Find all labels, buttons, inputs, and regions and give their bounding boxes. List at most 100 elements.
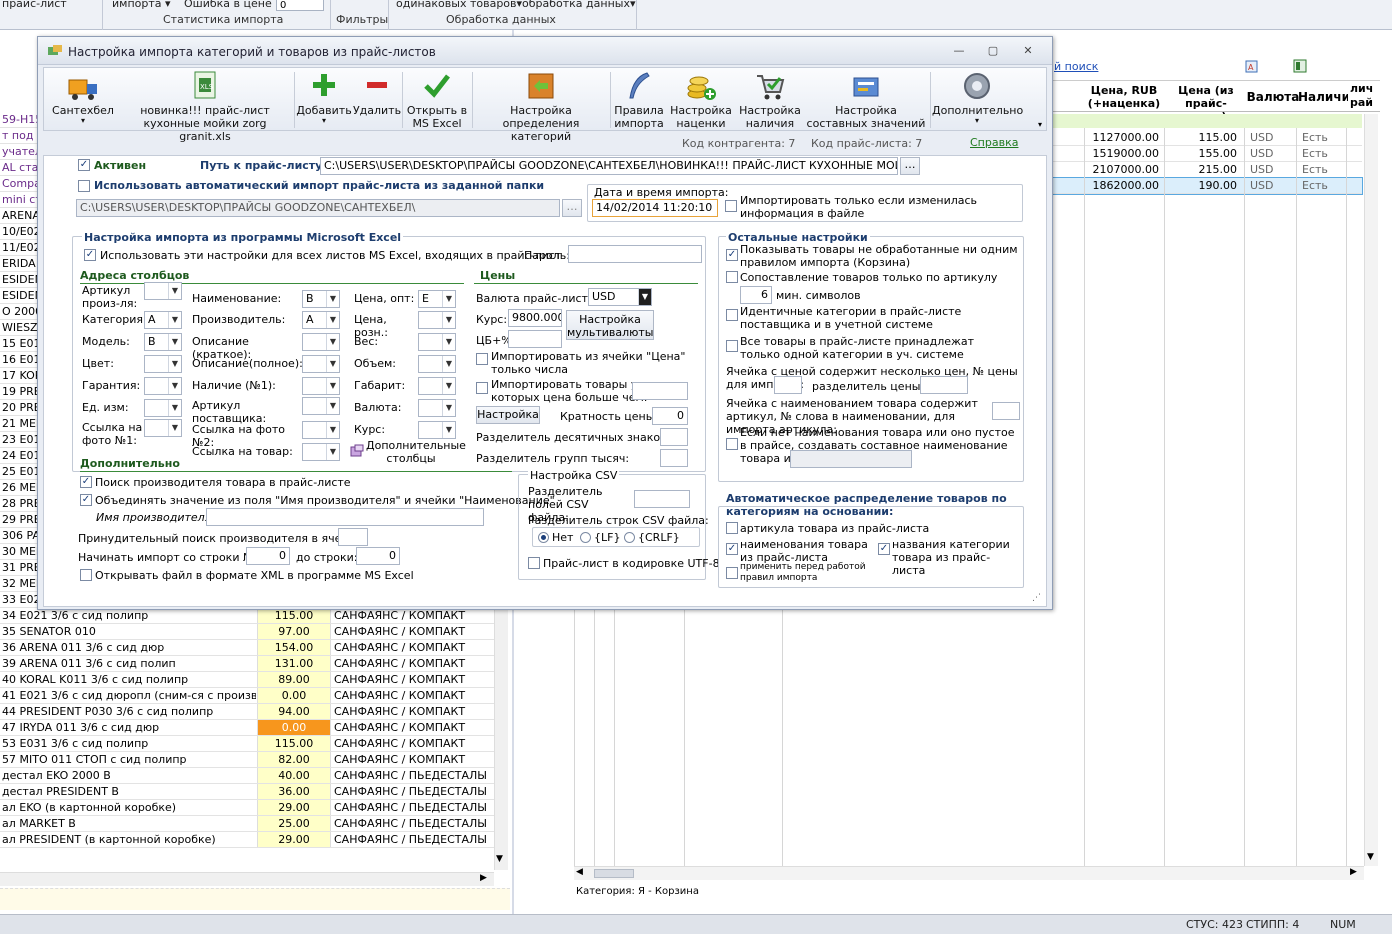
table-row[interactable]: ал PRESIDENT (в картонной коробке) 29.00 С…	[0, 832, 494, 848]
chevron-down-icon[interactable]: ▼	[442, 291, 455, 307]
products-grid-hscrollbar[interactable]: ▶	[0, 872, 494, 886]
browse-path-button[interactable]: …	[900, 157, 920, 175]
column-address-select[interactable]: ▼	[418, 399, 456, 417]
combine-checkbox[interactable]: ✓	[80, 494, 92, 506]
import-date-input[interactable]: 14/02/2014 11:20:10	[592, 199, 718, 217]
advanced-search-link[interactable]: й поиск	[1054, 60, 1098, 73]
mfr-name-input[interactable]	[206, 508, 484, 526]
chevron-down-icon[interactable]: ▼	[442, 334, 455, 350]
browse-auto-path-button[interactable]: …	[562, 199, 582, 217]
table-row[interactable]: 35 SENATOR 010 97.00 САНФАЯНС / КОМПАКТ	[0, 624, 494, 640]
extra-columns-link[interactable]: Дополнительные столбцы	[366, 439, 466, 465]
extra-button[interactable]: Дополнительно ▾	[932, 70, 1023, 125]
chevron-down-icon[interactable]: ▼	[326, 312, 339, 328]
side-panel-tab[interactable]	[1380, 280, 1392, 880]
compose-name-cells-input[interactable]	[790, 450, 912, 468]
chevron-down-icon[interactable]: ▼	[168, 378, 181, 394]
multi-price-index-input[interactable]	[774, 376, 802, 394]
ribbon-import-dropdown[interactable]: импорта ▾	[112, 0, 171, 10]
to-row-input[interactable]: 0	[356, 547, 400, 565]
composite-values-button[interactable]: Настройка составных значений	[804, 70, 928, 130]
import-rules-button[interactable]: Правила импорта	[612, 70, 666, 130]
chevron-down-icon[interactable]: ▼	[326, 444, 339, 460]
category-definition-button[interactable]: Настройка определения категорий	[474, 70, 608, 143]
multicurrency-button[interactable]: Настройка мультивалюты	[566, 310, 654, 340]
column-address-select[interactable]: ▼	[302, 377, 340, 395]
scroll-down-icon[interactable]: ▼	[496, 854, 503, 864]
table-row[interactable]: ал MARKET B 25.00САНФАЯНС / ПЬЕДЕСТАЛЫ И …	[0, 816, 494, 832]
table-row[interactable]: 39 ARENA 011 3/6 с сид полип 131.00 САНФАЯ…	[0, 656, 494, 672]
csv-crlf-radio[interactable]	[624, 532, 635, 543]
chevron-down-icon[interactable]: ▼	[638, 289, 651, 305]
compose-name-checkbox[interactable]	[726, 438, 738, 450]
column-address-select[interactable]: ▼	[144, 399, 182, 417]
auto-import-path-input[interactable]: C:\USERS\USER\DESKTOP\ПРАЙСЫ GOODZONE\СА…	[76, 199, 560, 217]
price-over-input[interactable]	[632, 382, 688, 400]
column-address-select[interactable]: A ▼	[144, 311, 182, 329]
column-address-select[interactable]: ▼	[144, 419, 182, 437]
chevron-down-icon[interactable]: ▼	[168, 283, 181, 299]
availability-settings-button[interactable]: Настройка наличия	[738, 70, 802, 130]
show-unprocessed-checkbox[interactable]: ✓	[726, 249, 738, 261]
apply-before-rules-checkbox[interactable]	[726, 567, 738, 579]
chevron-down-icon[interactable]: ▼	[442, 422, 455, 438]
by-category-name-checkbox[interactable]: ✓	[878, 543, 890, 555]
column-address-select[interactable]: A ▼	[302, 311, 340, 329]
one-category-checkbox[interactable]	[726, 340, 738, 352]
open-xml-checkbox[interactable]	[80, 569, 92, 581]
hscroll-thumb[interactable]	[594, 869, 634, 878]
minimize-icon[interactable]: —	[952, 45, 966, 57]
chevron-down-icon[interactable]: ▼	[442, 312, 455, 328]
chevron-down-icon[interactable]: ▼	[442, 400, 455, 416]
use-all-sheets-checkbox[interactable]: ✓	[84, 249, 96, 261]
chevron-down-icon[interactable]: ▼	[168, 400, 181, 416]
active-checkbox[interactable]: ✓	[78, 159, 90, 171]
by-name-checkbox[interactable]: ✓	[726, 543, 738, 555]
ribbon-price-list-dropdown[interactable]: прайс-лист	[2, 0, 67, 10]
export-icon[interactable]	[1292, 58, 1308, 74]
chevron-down-icon[interactable]: ▼	[326, 398, 339, 414]
auto-import-checkbox[interactable]	[78, 180, 90, 192]
chevron-down-icon[interactable]: ▼	[326, 291, 339, 307]
table-row[interactable]: 44 PRESIDENT P030 3/6 с сид полипр 94.00 С…	[0, 704, 494, 720]
column-address-select[interactable]: ▼	[302, 333, 340, 351]
scroll-down-icon[interactable]: ▼	[1367, 852, 1374, 862]
table-row[interactable]: 53 E031 3/6 с сид полипр 115.00 САНФАЯНС /…	[0, 736, 494, 752]
chevron-down-icon[interactable]: ▼	[168, 312, 181, 328]
password-input[interactable]	[568, 245, 702, 263]
table-row[interactable]: 41 E021 3/6 с сид дюропл (сним-ся с прои…	[0, 688, 494, 704]
help-link[interactable]: Справка	[970, 136, 1018, 149]
scroll-right-icon[interactable]: ▶	[1350, 867, 1357, 877]
decimal-separator-input[interactable]	[660, 428, 688, 446]
price-separator-input[interactable]	[920, 376, 968, 394]
start-row-input[interactable]: 0	[246, 547, 290, 565]
currency-select[interactable]: USD ▼	[588, 288, 652, 306]
article-word-input[interactable]	[992, 402, 1020, 420]
table-row[interactable]: 47 IRYDA 011 3/6 с сид дюр 0.00 САНФАЯНС /…	[0, 720, 494, 736]
delete-button[interactable]: Удалить	[352, 70, 402, 117]
table-row[interactable]: дестал PRESIDENT B 36.00 САНФАЯНС / ПЬЕДЕС…	[0, 784, 494, 800]
column-address-select[interactable]: ▼	[302, 355, 340, 373]
chevron-down-icon[interactable]: ▼	[326, 334, 339, 350]
resize-grip-icon[interactable]: ⋰	[1032, 593, 1041, 603]
price-over-checkbox[interactable]	[476, 382, 488, 394]
forced-search-input[interactable]	[338, 528, 368, 546]
identical-cats-checkbox[interactable]	[726, 309, 738, 321]
scroll-right-icon[interactable]: ▶	[480, 873, 487, 883]
csv-field-sep-input[interactable]	[634, 490, 690, 508]
only-changed-checkbox[interactable]	[725, 200, 737, 212]
column-address-select[interactable]: ▼	[418, 311, 456, 329]
chevron-down-icon[interactable]: ▼	[442, 356, 455, 372]
price-list-hscroll[interactable]: ◀ ▶	[574, 866, 1364, 880]
column-address-select[interactable]: B ▼	[144, 333, 182, 351]
chevron-down-icon[interactable]: ▼	[168, 356, 181, 372]
price-setup-button[interactable]: Настройка	[476, 406, 540, 424]
min-chars-input[interactable]: 6	[740, 286, 772, 304]
scroll-left-icon[interactable]: ◀	[576, 867, 583, 877]
toolbar-overflow-icon[interactable]: ▾	[1038, 120, 1042, 129]
header-currency[interactable]: Валюта	[1246, 90, 1300, 104]
csv-lf-radio[interactable]	[580, 532, 591, 543]
markup-settings-button[interactable]: Настройка наценки	[668, 70, 734, 130]
column-address-select[interactable]: E ▼	[418, 290, 456, 308]
column-address-select[interactable]: ▼	[144, 355, 182, 373]
